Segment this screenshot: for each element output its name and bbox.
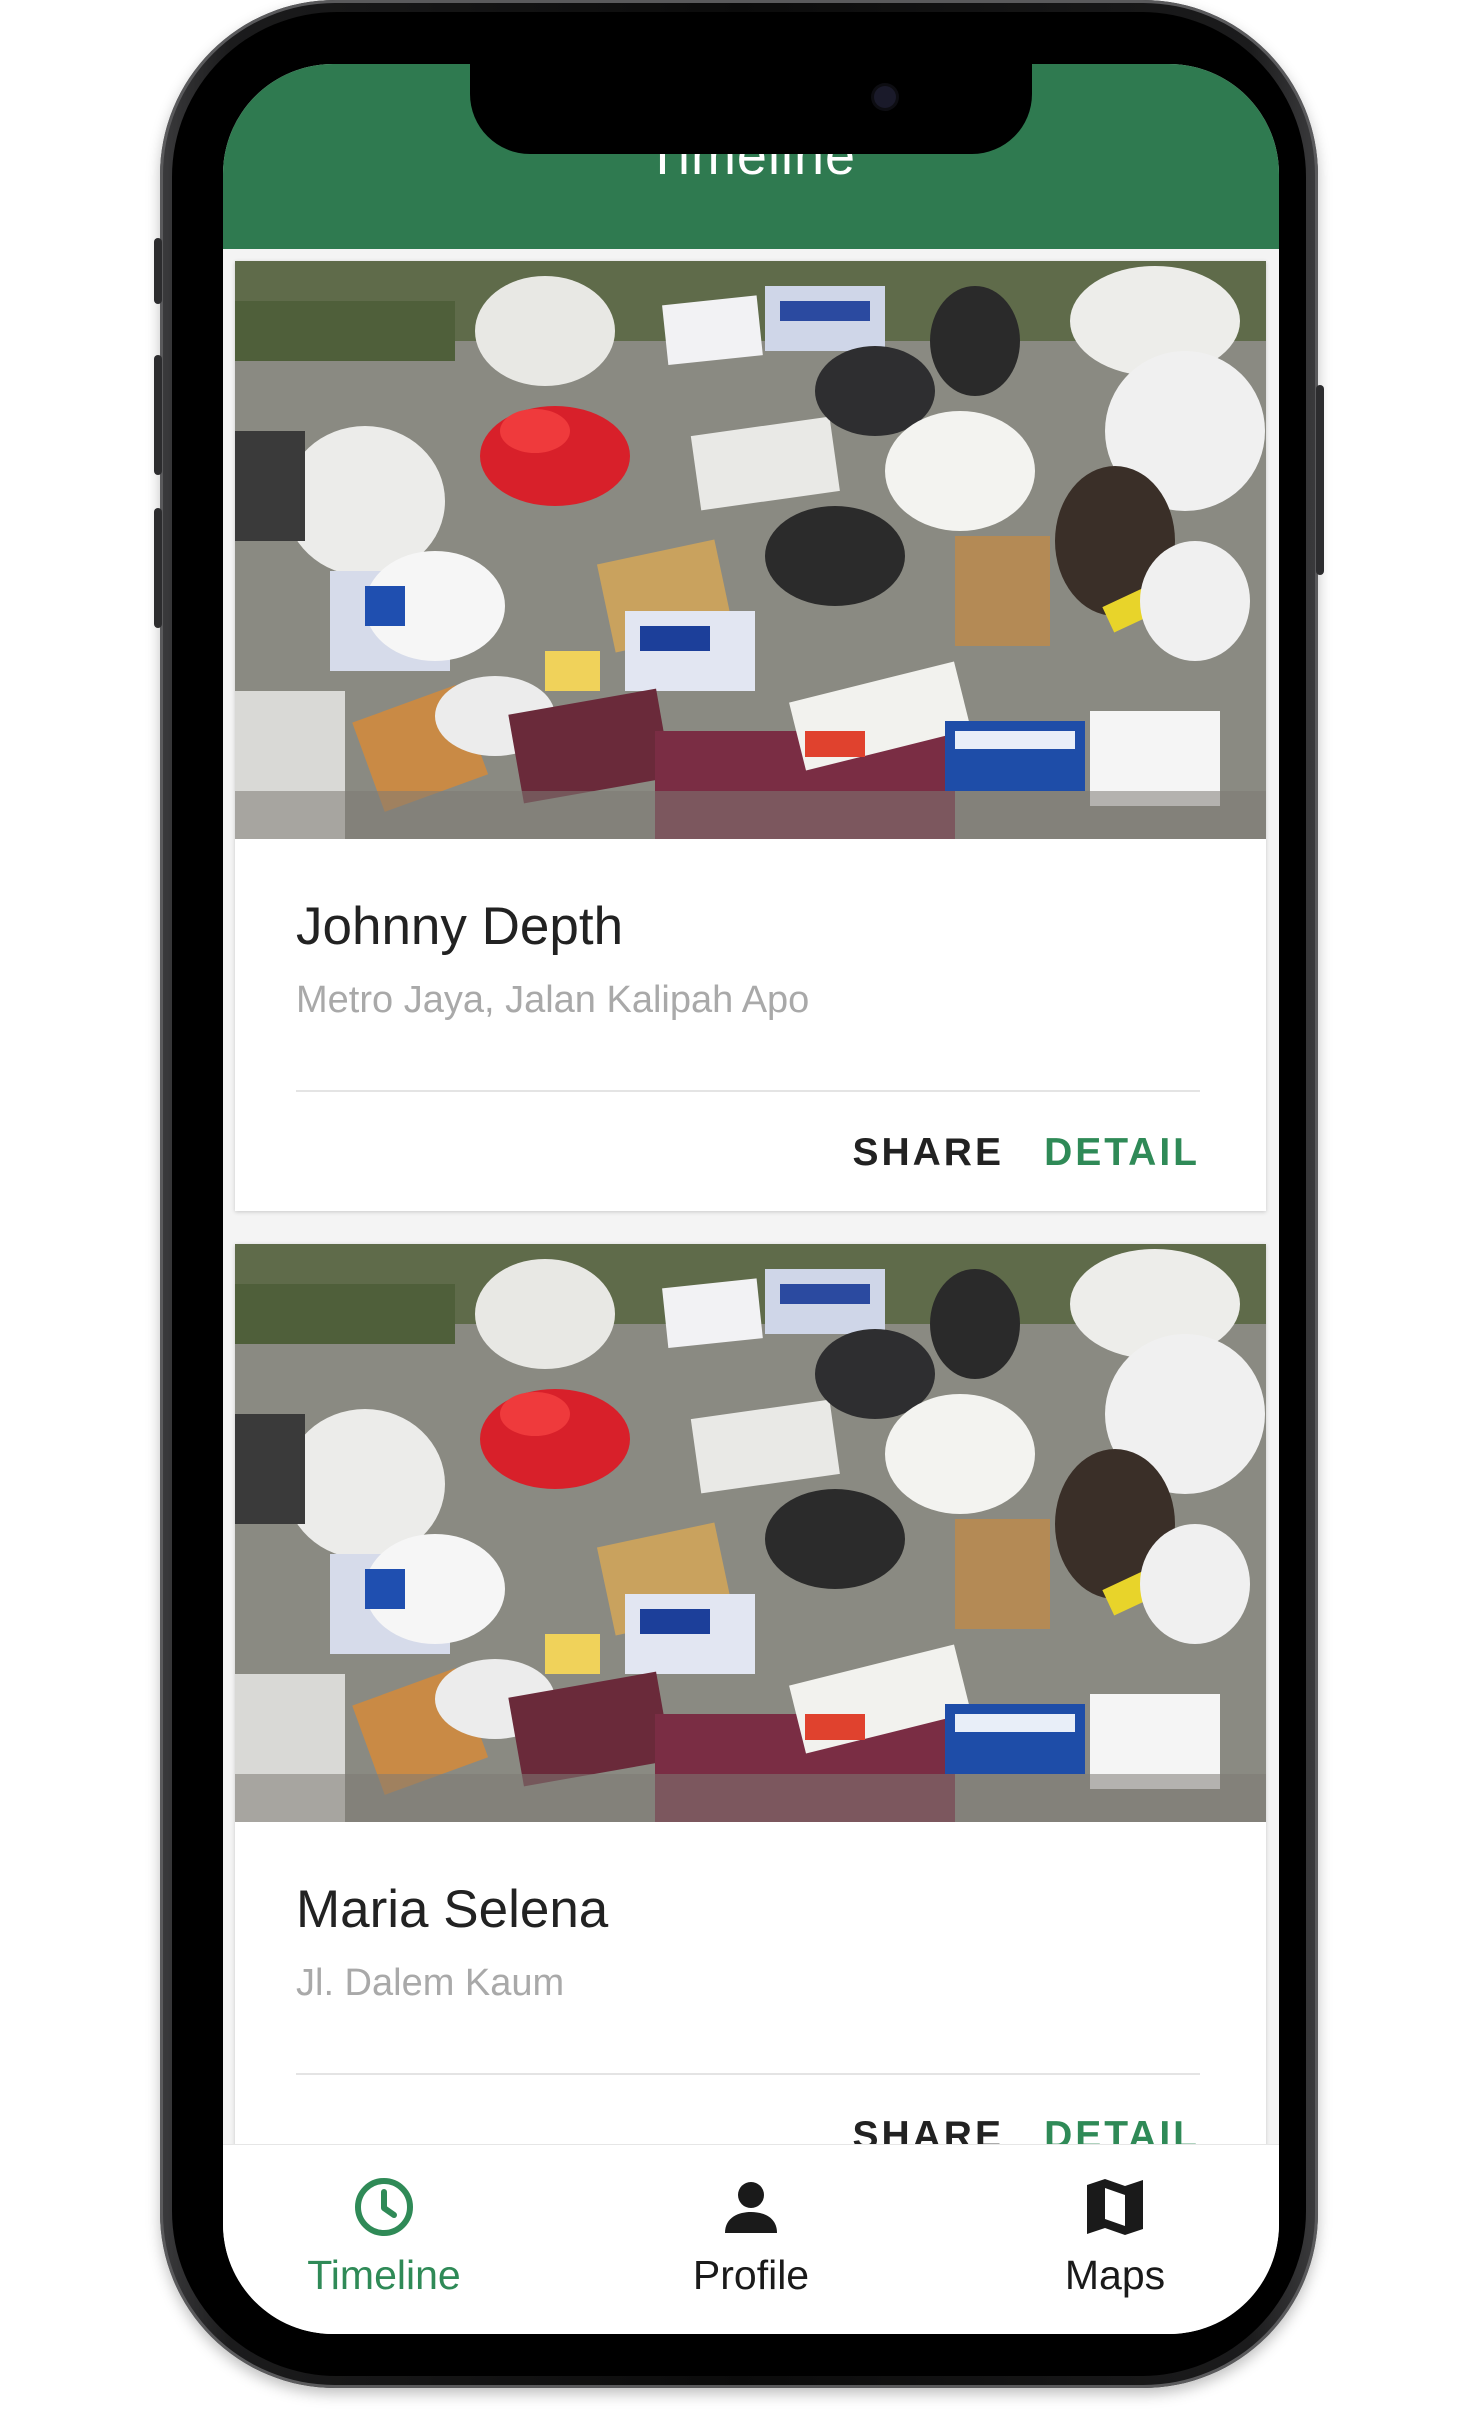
mute-switch [154,238,162,304]
volume-up-button [154,355,162,475]
post-photo[interactable] [235,261,1266,839]
nav-item-timeline[interactable]: Timeline [234,2145,534,2334]
app-screen: Timeline Johnny Depth Metro Jaya, Jalan … [223,64,1279,2334]
person-icon [725,2182,777,2233]
post-photo[interactable] [235,1244,1266,1822]
detail-button[interactable]: DETAIL [1044,1131,1200,1175]
post-author-name: Johnny Depth [296,897,624,956]
nav-item-profile[interactable]: Profile [601,2145,901,2334]
bottom-navigation: Timeline Profile Maps [223,2144,1279,2334]
clock-icon [355,2178,413,2236]
card-divider [296,1090,1200,1092]
map-icon [1087,2179,1143,2235]
share-button[interactable]: SHARE [852,1131,1004,1175]
power-button [1316,385,1324,575]
timeline-feed[interactable]: Johnny Depth Metro Jaya, Jalan Kalipah A… [223,249,1279,2149]
camera-lens [874,86,896,108]
post-card: Maria Selena Jl. Dalem Kaum SHARE DETAIL [235,1244,1266,2149]
nav-label-timeline: Timeline [307,2252,461,2298]
garbage-photo [235,1244,1266,1822]
nav-label-maps: Maps [1064,2252,1166,2298]
garbage-photo [235,261,1266,839]
card-divider [296,2073,1200,2075]
nav-item-maps[interactable]: Maps [965,2145,1265,2334]
volume-down-button [154,508,162,628]
post-card: Johnny Depth Metro Jaya, Jalan Kalipah A… [235,261,1266,1211]
post-location: Jl. Dalem Kaum [296,1962,565,2004]
phone-notch [470,64,1032,154]
phone-frame: Timeline Johnny Depth Metro Jaya, Jalan … [154,0,1324,2388]
phone-bezel: Timeline Johnny Depth Metro Jaya, Jalan … [172,12,1306,2376]
post-author-name: Maria Selena [296,1880,609,1939]
nav-label-profile: Profile [692,2252,810,2298]
post-location: Metro Jaya, Jalan Kalipah Apo [296,979,810,1021]
